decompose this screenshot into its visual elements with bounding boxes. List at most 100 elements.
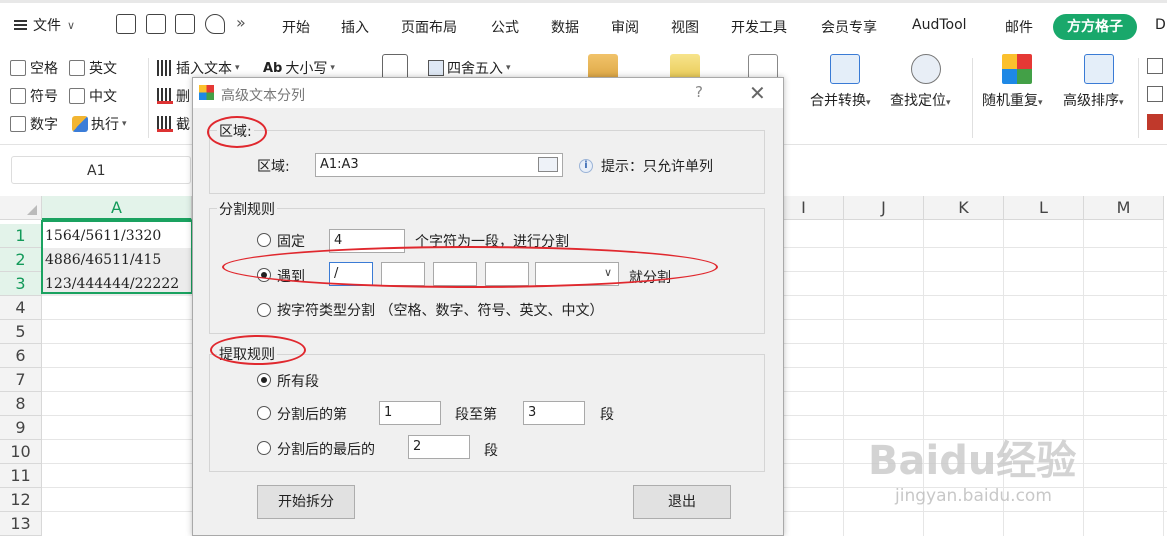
row-header-6[interactable]: 6 bbox=[0, 344, 42, 368]
checkbox-label: 中文 bbox=[89, 89, 117, 105]
row-header-9[interactable]: 9 bbox=[0, 416, 42, 440]
select-all-corner[interactable] bbox=[0, 196, 42, 220]
name-box[interactable]: A1 bbox=[11, 156, 191, 184]
tab-formulas[interactable]: 公式 bbox=[491, 17, 519, 37]
tab-audtool[interactable]: AudTool bbox=[912, 17, 967, 33]
delete-text-icon bbox=[157, 88, 173, 104]
save-icon[interactable] bbox=[116, 14, 136, 34]
checkbox-box bbox=[10, 116, 26, 132]
info-icon: i bbox=[579, 159, 593, 173]
last-seg-label: 段 bbox=[484, 443, 498, 459]
file-menu[interactable]: 文件 ∨ bbox=[14, 15, 75, 35]
print-preview-icon[interactable] bbox=[205, 14, 225, 34]
delete-label: 删 bbox=[176, 89, 190, 105]
print-icon[interactable] bbox=[175, 14, 195, 34]
insert-text-icon bbox=[157, 60, 173, 76]
checkbox-symbol[interactable]: 符号 bbox=[10, 86, 58, 106]
delete-button[interactable]: 删 bbox=[157, 86, 190, 106]
all-segments-radio[interactable] bbox=[257, 373, 271, 387]
merge-convert-button[interactable]: 合并转换▾ bbox=[810, 90, 871, 110]
column-header-j[interactable]: J bbox=[844, 196, 924, 220]
row-header-3[interactable]: 3 bbox=[0, 272, 42, 296]
to-segment-input[interactable]: 3 bbox=[523, 401, 585, 425]
execute-button[interactable]: 执行 ▾ bbox=[72, 114, 127, 134]
close-icon[interactable]: ✕ bbox=[749, 81, 766, 105]
checkbox-label: 符号 bbox=[30, 89, 58, 105]
last-segments-radio[interactable] bbox=[257, 441, 271, 455]
selection-range bbox=[41, 220, 193, 294]
row-header-5[interactable]: 5 bbox=[0, 320, 42, 344]
advanced-sort-button[interactable]: 高级排序▾ bbox=[1063, 90, 1124, 110]
small-tool-icon[interactable] bbox=[1147, 86, 1163, 102]
checkbox-box bbox=[10, 60, 26, 76]
merge-convert-icon[interactable] bbox=[830, 54, 860, 84]
random-repeat-button[interactable]: 随机重复▾ bbox=[982, 90, 1043, 110]
row-header-2[interactable]: 2 bbox=[0, 248, 42, 272]
round-button[interactable]: 四舍五入 ▾ bbox=[428, 58, 511, 78]
checkbox-box bbox=[69, 60, 85, 76]
random-repeat-icon[interactable] bbox=[1002, 54, 1032, 84]
row-header-4[interactable]: 4 bbox=[0, 296, 42, 320]
tab-member[interactable]: 会员专享 bbox=[821, 17, 877, 37]
more-quick-access-icon[interactable]: » bbox=[236, 13, 246, 32]
tab-insert[interactable]: 插入 bbox=[341, 17, 369, 37]
row-header-13[interactable]: 13 bbox=[0, 512, 42, 536]
file-menu-label: 文件 bbox=[33, 18, 61, 34]
name-box-value: A1 bbox=[87, 163, 106, 179]
advanced-sort-icon[interactable] bbox=[1084, 54, 1114, 84]
find-locate-button[interactable]: 查找定位▾ bbox=[890, 90, 951, 110]
tab-home[interactable]: 开始 bbox=[282, 17, 310, 37]
ribbon-separator bbox=[1138, 58, 1139, 138]
column-header-k[interactable]: K bbox=[924, 196, 1004, 220]
fixed-radio[interactable] bbox=[257, 233, 271, 247]
truncate-button[interactable]: 截 bbox=[157, 114, 190, 134]
fixed-label: 固定 bbox=[277, 234, 305, 250]
tab-data[interactable]: 数据 bbox=[551, 17, 579, 37]
last-segment-input[interactable]: 2 bbox=[408, 435, 470, 459]
column-header-a[interactable]: A bbox=[42, 196, 192, 220]
char-type-radio[interactable] bbox=[257, 303, 271, 317]
case-button[interactable]: Ab 大小写 ▾ bbox=[263, 58, 335, 78]
row-header-8[interactable]: 8 bbox=[0, 392, 42, 416]
column-header-l[interactable]: L bbox=[1004, 196, 1084, 220]
tab-overflow[interactable]: D bbox=[1155, 17, 1166, 33]
insert-text-button[interactable]: 插入文本 ▾ bbox=[157, 58, 240, 78]
tab-page-layout[interactable]: 页面布局 bbox=[401, 17, 457, 37]
baidu-watermark-url: jingyan.baidu.com bbox=[895, 486, 1052, 506]
row-header-1[interactable]: 1 bbox=[0, 224, 42, 248]
merge-convert-label: 合并转换 bbox=[810, 93, 866, 109]
checkbox-box bbox=[10, 88, 26, 104]
row-header-12[interactable]: 12 bbox=[0, 488, 42, 512]
row-header-10[interactable]: 10 bbox=[0, 440, 42, 464]
export-pdf-icon[interactable] bbox=[146, 14, 166, 34]
checkbox-chinese[interactable]: 中文 bbox=[69, 86, 117, 106]
range-segments-radio[interactable] bbox=[257, 406, 271, 420]
checkbox-english[interactable]: 英文 bbox=[69, 58, 117, 78]
row-header-11[interactable]: 11 bbox=[0, 464, 42, 488]
tab-review[interactable]: 审阅 bbox=[611, 17, 639, 37]
checkbox-digit[interactable]: 数字 bbox=[10, 114, 58, 134]
region-hint: 提示：只允许单列 bbox=[601, 159, 713, 175]
advanced-text-split-dialog: 高级文本分列 ? ✕ 区域: 区域: A1:A3 i 提示：只允许单列 分割规则… bbox=[192, 77, 784, 536]
small-tool-icon[interactable] bbox=[1147, 114, 1163, 130]
checkbox-space[interactable]: 空格 bbox=[10, 58, 58, 78]
region-input[interactable]: A1:A3 bbox=[315, 153, 563, 177]
start-split-button[interactable]: 开始拆分 bbox=[257, 485, 355, 519]
find-locate-icon[interactable] bbox=[911, 54, 941, 84]
dialog-titlebar[interactable]: 高级文本分列 ? ✕ bbox=[193, 78, 783, 108]
tab-fangfang-gezi[interactable]: 方方格子 bbox=[1053, 14, 1137, 40]
range-picker-icon[interactable] bbox=[538, 157, 558, 172]
help-icon[interactable]: ? bbox=[695, 83, 703, 101]
tab-mail[interactable]: 邮件 bbox=[1005, 17, 1033, 37]
execute-label: 执行 bbox=[91, 117, 119, 133]
split-rule-group-label: 分割规则 bbox=[217, 199, 277, 219]
tab-view[interactable]: 视图 bbox=[671, 17, 699, 37]
row-header-7[interactable]: 7 bbox=[0, 368, 42, 392]
small-tool-icon[interactable] bbox=[1147, 58, 1163, 74]
grid-line bbox=[1163, 220, 1164, 536]
exit-button[interactable]: 退出 bbox=[633, 485, 731, 519]
column-header-m[interactable]: M bbox=[1084, 196, 1164, 220]
advanced-sort-label: 高级排序 bbox=[1063, 93, 1119, 109]
tab-developer[interactable]: 开发工具 bbox=[731, 17, 787, 37]
from-segment-input[interactable]: 1 bbox=[379, 401, 441, 425]
